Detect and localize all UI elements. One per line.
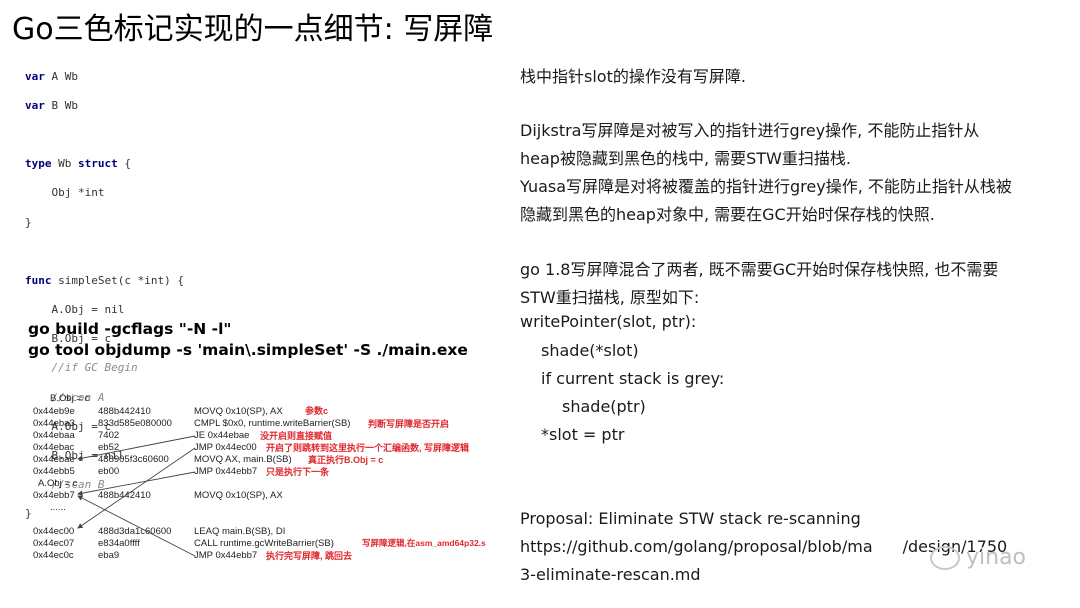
code-keyword: type (25, 157, 52, 171)
asm-ellipsis: ...... (50, 502, 66, 513)
asm-addr: 0x44ebae (33, 454, 75, 465)
asm-addr: 0x44eba3 (33, 418, 75, 429)
asm-addr: 0x44ebb7 (33, 490, 75, 501)
watermark-text: yinao (966, 545, 1027, 570)
objdump-command: go tool objdump -s 'main\.simpleSet' -S … (28, 341, 468, 359)
code-text: { (117, 157, 131, 171)
pseudo-code-line: writePointer(slot, ptr): (520, 312, 697, 331)
asm-hex: 488905f3c60600 (98, 454, 169, 465)
asm-hex: e834a0ffff (98, 538, 140, 549)
asm-hex: 488d3da1c60600 (98, 526, 172, 537)
text-dijkstra: heap被隐藏到黑色的栈中, 需要STW重扫描栈. (520, 149, 851, 168)
code-line: type Wb struct { (25, 157, 184, 172)
pseudo-code-line: shade(ptr) (562, 397, 646, 416)
asm-hex: eb52 (98, 442, 120, 453)
code-text: simpleSet(c *int) { (51, 273, 184, 287)
asm-hex: 7402 (98, 430, 120, 441)
proposal-link-part: https://github.com/golang/proposal/blob/… (520, 537, 873, 556)
asm-instruction: JMP 0x44ebb7 (194, 466, 258, 477)
asm-instruction: MOVQ 0x10(SP), AX (194, 406, 283, 417)
text-yuasa: Yuasa写屏障是对将被覆盖的指针进行grey操作, 不能防止指针从栈被 (520, 177, 1012, 196)
asm-addr: 0x44ec0c (33, 550, 74, 561)
asm-hex: 488b442410 (98, 490, 151, 501)
code-line: var A Wb (25, 70, 184, 85)
code-text: A Wb (44, 69, 78, 83)
asm-hex: eba9 (98, 550, 120, 561)
asm-instruction: MOVQ 0x10(SP), AX (194, 490, 283, 501)
code-keyword: struct (78, 157, 118, 171)
page-title: Go三色标记实现的一点细节: 写屏障 (12, 12, 494, 47)
code-line: var B Wb (25, 99, 184, 114)
asm-addr: 0x44eb9e (33, 406, 75, 417)
pseudo-code-line: if current stack is grey: (541, 369, 725, 388)
asm-hex: 833d585e080000 (98, 418, 172, 429)
wechat-icon (930, 546, 960, 570)
build-command: go build -gcflags "-N -l" (28, 320, 232, 338)
asm-instruction: JMP 0x44ec00 (194, 442, 257, 453)
proposal-link[interactable]: 3-eliminate-rescan.md (520, 565, 701, 584)
asm-note: 参数c (305, 406, 329, 416)
asm-instruction: JMP 0x44ebb7 (194, 550, 258, 561)
asm-addr: 0x44ebac (33, 442, 75, 453)
code-line: func simpleSet(c *int) { (25, 274, 184, 289)
asm-hex: eb00 (98, 466, 120, 477)
code-line: } (25, 215, 32, 229)
code-comment: //if GC Begin (25, 361, 138, 375)
asm-note: 判断写屏障是否开启 (368, 419, 450, 429)
asm-instruction: MOVQ AX, main.B(SB) (194, 454, 292, 465)
asm-addr: 0x44ebb5 (33, 466, 75, 477)
asm-note: 只是执行下一条 (266, 467, 330, 477)
pseudo-code-line: *slot = ptr (541, 425, 625, 444)
asm-hex: 488b442410 (98, 406, 151, 417)
text-hybrid: STW重扫描栈, 原型如下: (520, 288, 700, 307)
code-text: Wb (51, 157, 78, 171)
asm-instruction: JE 0x44ebae (194, 430, 250, 441)
asm-source-line: A.Obj = c (38, 478, 78, 489)
asm-addr: 0x44ec00 (33, 526, 75, 537)
asm-instruction: LEAQ main.B(SB), DI (194, 526, 286, 537)
proposal-title: Proposal: Eliminate STW stack re-scannin… (520, 509, 861, 528)
asm-note: 写屏障逻辑,在asm_amd64p32.s (362, 538, 486, 548)
code-text: B Wb (44, 98, 78, 112)
code-line: } (25, 507, 32, 521)
code-line: Obj *int (25, 186, 105, 200)
code-keyword: var (25, 69, 45, 83)
code-line: A.Obj = nil (25, 303, 125, 317)
watermark: yinao (930, 545, 1026, 570)
asm-note: 执行完写屏障, 跳回去 (266, 551, 353, 561)
text-stack-slot: 栈中指针slot的操作没有写屏障. (520, 67, 746, 86)
text-hybrid: go 1.8写屏障混合了两者, 既不需要GC开始时保存栈快照, 也不需要 (520, 260, 999, 279)
code-comment: //scan A (25, 390, 105, 404)
text-dijkstra: Dijkstra写屏障是对被写入的指针进行grey操作, 不能防止指针从 (520, 121, 980, 140)
asm-addr: 0x44ec07 (33, 538, 75, 549)
asm-instruction: CALL runtime.gcWriteBarrier(SB) (194, 538, 334, 549)
asm-instruction: CMPL $0x0, runtime.writeBarrier(SB) (194, 418, 351, 429)
asm-addr: 0x44ebaa (33, 430, 75, 441)
pseudo-code-line: shade(*slot) (541, 341, 639, 360)
text-yuasa: 隐藏到黑色的heap对象中, 需要在GC开始时保存栈的快照. (520, 205, 935, 224)
asm-source-line: B.Obj = c (50, 393, 90, 404)
code-keyword: var (25, 98, 45, 112)
code-keyword: func (25, 273, 52, 287)
